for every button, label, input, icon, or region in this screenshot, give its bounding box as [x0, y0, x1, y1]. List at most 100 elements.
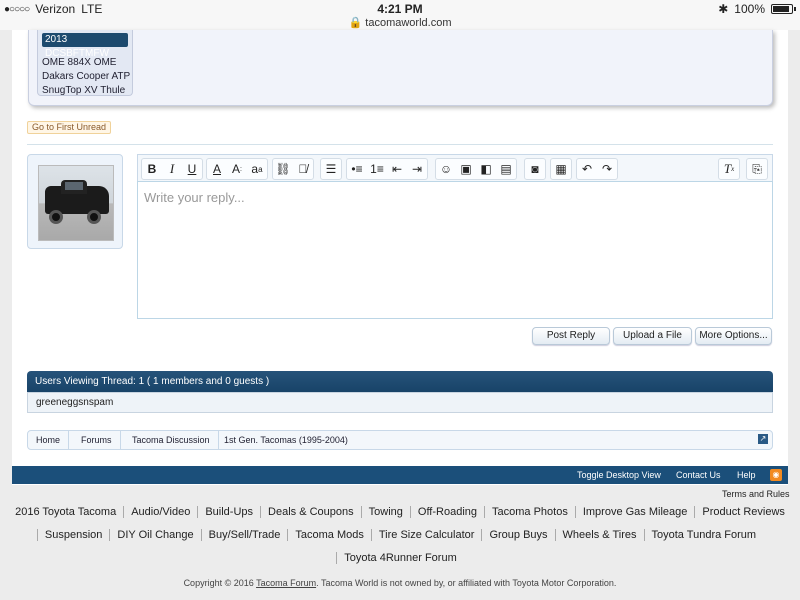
toggle-desktop-link[interactable]: Toggle Desktop View	[577, 470, 661, 480]
breadcrumb: Home Forums Tacoma Discussion 1st Gen. T…	[27, 430, 773, 450]
breadcrumb-home[interactable]: Home	[28, 431, 70, 449]
footer-link[interactable]: Wheels & Tires	[554, 529, 644, 541]
clock: 4:21 PM	[377, 2, 423, 16]
bluetooth-icon: ✱	[718, 2, 729, 16]
font-family-icon[interactable]: aa	[247, 159, 267, 179]
footer-link[interactable]: 2016 Toyota Tacoma	[8, 506, 123, 518]
toolbar-group-link: ⛓ ⛓̸	[272, 158, 314, 180]
redo-icon[interactable]: ↷	[597, 159, 617, 179]
go-first-unread-link[interactable]: Go to First Unread	[27, 121, 112, 134]
footer-link[interactable]: DIY Oil Change	[109, 529, 200, 541]
address-bar[interactable]: 🔒 tacomaworld.com	[0, 16, 800, 29]
footer-link[interactable]: Tacoma Photos	[484, 506, 575, 518]
more-options-button[interactable]: More Options...	[695, 327, 772, 345]
rss-icon[interactable]: ◉	[770, 469, 782, 481]
bold-icon[interactable]: B	[142, 159, 162, 179]
help-link[interactable]: Help	[737, 470, 756, 480]
toolbar-group-save: ▦	[550, 158, 572, 180]
breadcrumb-1st-gen[interactable]: 1st Gen. Tacomas (1995-2004)	[214, 431, 356, 449]
toolbar-group-align: ☰	[320, 158, 342, 180]
signature-line: Dakars Cooper ATP	[42, 71, 131, 82]
unlink-icon[interactable]: ⛓̸	[293, 159, 313, 179]
post-reply-button[interactable]: Post Reply	[532, 327, 610, 345]
align-icon[interactable]: ☰	[321, 159, 341, 179]
copyright-prefix: Copyright © 2016	[183, 578, 257, 588]
numbered-list-icon[interactable]: 1≡	[367, 159, 387, 179]
terms-link[interactable]: Terms and Rules	[722, 489, 790, 499]
tacoma-forum-link[interactable]: Tacoma Forum	[256, 578, 316, 588]
footer-link[interactable]: Tire Size Calculator	[370, 529, 482, 541]
toggle-bbcode-icon[interactable]: ⎘	[747, 159, 767, 179]
signature-line: SnugTop XV Thule	[42, 85, 126, 96]
link-icon[interactable]: ⛓	[273, 159, 293, 179]
page-content: 2013 DCSBFTMFW OME 884X OME Dakars Coope…	[12, 30, 788, 485]
post-user-info: 2013 DCSBFTMFW OME 884X OME Dakars Coope…	[37, 30, 133, 96]
footer-link[interactable]: Towing	[360, 506, 410, 518]
footer-link[interactable]: Toyota 4Runner Forum	[336, 552, 464, 564]
truck-wheel	[49, 210, 63, 224]
undo-icon[interactable]: ↶	[577, 159, 597, 179]
footer-link[interactable]: Improve Gas Mileage	[574, 506, 695, 518]
image-icon[interactable]: ▣	[456, 159, 476, 179]
copyright-suffix: . Tacoma World is not owned by, or affil…	[316, 578, 617, 588]
editor-toolbar: B I U A A: aa ⛓ ⛓̸ ☰ •≡ 1≡ ⇤ ⇥ ☺ ▣ ◧ ▤ ◙…	[137, 154, 773, 182]
footer-link[interactable]: Toyota Tundra Forum	[643, 529, 764, 541]
footer-link[interactable]: Buy/Sell/Trade	[200, 529, 288, 541]
truck-wheel	[87, 210, 101, 224]
jump-to-icon[interactable]: ↗	[758, 434, 768, 444]
battery-tip	[794, 7, 796, 11]
smilie-icon[interactable]: ☺	[436, 159, 456, 179]
reply-editor[interactable]: Write your reply...	[137, 181, 773, 319]
toolbar-group-list: •≡ 1≡ ⇤ ⇥	[346, 158, 428, 180]
footer-bar: Toggle Desktop View Contact Us Help ◉	[12, 466, 788, 484]
users-viewing-header: Users Viewing Thread: 1 ( 1 members and …	[27, 371, 773, 392]
toolbar-group-history: ↶ ↷	[576, 158, 618, 180]
viewing-user-link[interactable]: greeneggsnspam	[36, 397, 113, 408]
editor-placeholder: Write your reply...	[144, 190, 245, 205]
footer-link[interactable]: Build-Ups	[197, 506, 260, 518]
remove-format-icon[interactable]: Tx	[719, 159, 739, 179]
copyright: Copyright © 2016 Tacoma Forum. Tacoma Wo…	[0, 578, 800, 588]
toolbar-group-format: Tx	[718, 158, 740, 180]
footer-links-row: 2016 Toyota Tacoma Audio/Video Build-Ups…	[12, 503, 788, 521]
users-viewing-list: greeneggsnspam	[27, 392, 773, 413]
bullet-list-icon[interactable]: •≡	[347, 159, 367, 179]
camera-icon[interactable]: ◙	[525, 159, 545, 179]
user-title-badge: 2013 DCSBFTMFW	[42, 33, 128, 59]
signature-line: OME 884X OME	[42, 57, 117, 68]
underline-icon[interactable]: U	[182, 159, 202, 179]
quote-icon[interactable]: ▤	[496, 159, 516, 179]
toolbar-group-insert: ☺ ▣ ◧ ▤	[435, 158, 517, 180]
contact-us-link[interactable]: Contact Us	[676, 470, 721, 480]
status-right: ✱ 100%	[718, 2, 796, 16]
font-color-icon[interactable]: A	[207, 159, 227, 179]
toolbar-group-camera: ◙	[524, 158, 546, 180]
footer-link[interactable]: Deals & Coupons	[260, 506, 361, 518]
toolbar-group-font: A A: aa	[206, 158, 268, 180]
battery-icon	[771, 4, 793, 14]
footer-link[interactable]: Suspension	[36, 529, 110, 541]
footer-link[interactable]: Product Reviews	[694, 506, 792, 518]
outdent-icon[interactable]: ⇤	[387, 159, 407, 179]
indent-icon[interactable]: ⇥	[407, 159, 427, 179]
avatar[interactable]	[38, 165, 114, 241]
italic-icon[interactable]: I	[162, 159, 182, 179]
footer-links-row: Toyota 4Runner Forum	[12, 549, 788, 567]
ios-status-bar: ●○○○○ Verizon LTE 4:21 PM 🔒 tacomaworld.…	[0, 0, 800, 30]
upload-file-button[interactable]: Upload a File	[613, 327, 692, 345]
font-size-icon[interactable]: A:	[227, 159, 247, 179]
divider	[27, 144, 773, 145]
battery-percent: 100%	[734, 2, 765, 16]
url-text: tacomaworld.com	[365, 17, 452, 29]
reply-avatar-box	[27, 154, 123, 249]
footer-link[interactable]: Off-Roading	[409, 506, 484, 518]
truck-window	[65, 182, 83, 190]
footer-link[interactable]: Audio/Video	[123, 506, 197, 518]
footer-link[interactable]: Tacoma Mods	[287, 529, 370, 541]
breadcrumb-forums[interactable]: Forums	[71, 431, 121, 449]
media-icon[interactable]: ◧	[476, 159, 496, 179]
breadcrumb-tacoma-discussion[interactable]: Tacoma Discussion	[122, 431, 219, 449]
save-draft-icon[interactable]: ▦	[551, 159, 571, 179]
toolbar-group-bbcode: ⎘	[746, 158, 768, 180]
footer-link[interactable]: Group Buys	[481, 529, 554, 541]
